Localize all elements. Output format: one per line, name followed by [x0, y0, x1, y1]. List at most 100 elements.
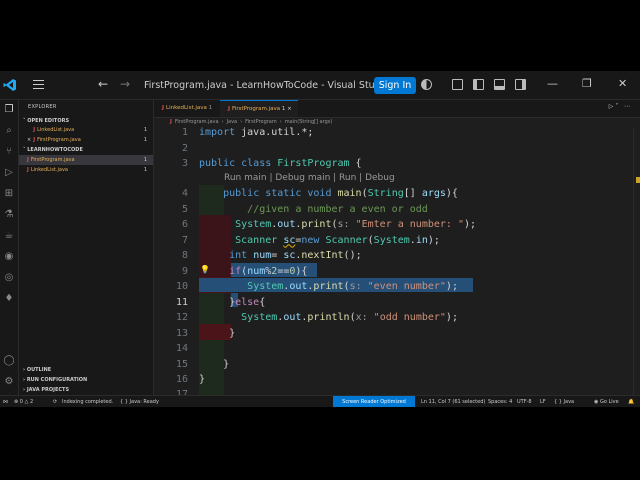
sync-icon: ⟳ [53, 399, 58, 405]
toggle-primary-sidebar-icon[interactable] [473, 79, 484, 90]
code-line: } [199, 374, 206, 385]
line-number: 5 [181, 203, 188, 215]
code-line: import java.util.*; [199, 127, 314, 138]
copilot-icon[interactable]: ◎ [3, 272, 15, 284]
source-control-icon[interactable]: ⑂ [3, 146, 15, 158]
run-debug-icon[interactable]: ▷ [3, 167, 15, 179]
toggle-panel-icon[interactable] [494, 79, 505, 90]
forward-arrow-icon[interactable]: → [120, 77, 130, 91]
open-editor-item[interactable]: ×JLinkedList.java1 [27, 125, 153, 135]
line-number: 1 [181, 127, 188, 138]
code-editor[interactable]: 1 import java.util.*; 2 3 public class F… [154, 127, 640, 405]
code-line: } [199, 358, 230, 370]
encoding[interactable]: UTF-8 [517, 396, 532, 407]
indentation[interactable]: Spaces: 4 [488, 396, 512, 407]
project-folder-header[interactable]: ˅ LEARNHOWTOCODE [23, 147, 83, 153]
line-number: 13 [175, 327, 188, 339]
menu-icon[interactable] [33, 80, 44, 92]
breadcrumb: J FirstProgram.java › Java › FirstProgram › mai… [170, 119, 333, 125]
code-line: System.out.print(s: "Emter a number: "); [235, 219, 477, 230]
search-icon[interactable]: ⌕ [3, 125, 15, 137]
java-file-icon: J [33, 137, 36, 143]
restore-icon[interactable]: ❐ [582, 77, 592, 90]
codelens-run-debug[interactable]: Run main | Debug main | Run | Debug [224, 173, 395, 183]
extensions-icon[interactable]: ⊞ [3, 188, 15, 200]
cursor-position[interactable]: Ln 11, Col 7 (61 selected) [421, 396, 485, 407]
back-arrow-icon[interactable]: ← [98, 77, 108, 91]
testing-icon[interactable]: ⚗ [3, 209, 15, 221]
breadcrumb-item[interactable]: FirstProgram.java [175, 119, 219, 125]
java-icon[interactable]: ☕ [3, 230, 15, 242]
java-file-icon: J [170, 119, 172, 125]
title-bar: ← → FirstProgram.java - LearnHowToCode -… [0, 71, 640, 100]
code-line: //given a number a even or odd [247, 203, 428, 215]
outline-section[interactable]: › OUTLINE [23, 367, 51, 373]
remote-indicator-icon[interactable]: ⋈ [3, 396, 8, 407]
explorer-icon[interactable]: ❐ [3, 104, 15, 116]
explorer-sidebar: EXPLORER ˅ OPEN EDITORS ×JLinkedList.jav… [19, 100, 154, 395]
line-number: 14 [175, 343, 188, 354]
breadcrumb-item[interactable]: FirstProgram [245, 119, 277, 125]
tab-close-icon[interactable]: × [287, 106, 292, 112]
tab-firstprogram[interactable]: J FirstProgram.java 1 × [220, 100, 298, 117]
open-editors-header[interactable]: ˅ OPEN EDITORS [23, 118, 69, 124]
line-number: 2 [181, 142, 188, 154]
close-icon[interactable]: ✕ [618, 77, 627, 90]
manage-gear-icon[interactable]: ⚙ [3, 376, 15, 388]
line-number: 4 [181, 188, 188, 199]
java-file-icon: J [27, 157, 29, 163]
customize-layout-icon[interactable] [452, 79, 463, 90]
toggle-secondary-sidebar-icon[interactable] [515, 79, 526, 90]
code-line: }else{ [199, 296, 266, 308]
screen-reader-mode[interactable]: Screen Reader Optimized [333, 396, 415, 407]
tab-linkedlist[interactable]: J LinkedList.java 1 [154, 100, 218, 117]
minimize-icon[interactable]: — [547, 77, 558, 90]
java-file-icon: J [33, 127, 36, 133]
activity-bar: ❐ ⌕ ⑂ ▷ ⊞ ⚗ ☕ ◉ ◎ ♦ ◯ ⚙ [0, 100, 19, 395]
line-number: 7 [181, 234, 188, 246]
remote-explorer-icon[interactable]: ◉ [3, 251, 15, 263]
run-configuration-section[interactable]: › RUN CONFIGURATION [23, 377, 87, 383]
project-file-item[interactable]: J LinkedList.java 1 [27, 165, 153, 175]
line-number: 15 [175, 358, 188, 370]
line-number: 9 [181, 265, 188, 277]
line-number: 3 [181, 158, 188, 169]
line-number: 16 [175, 374, 188, 385]
account-icon[interactable]: ◯ [3, 355, 15, 367]
breadcrumb-item[interactable]: main(String[] args) [285, 119, 333, 125]
code-line: } [199, 327, 236, 339]
editor-scrollbar[interactable] [633, 127, 640, 395]
code-line: System.out.print(s: "even number"); [247, 281, 458, 292]
code-line: Scanner sc=new Scanner(System.in); [235, 234, 440, 246]
code-line: System.out.println(x: "odd number"); [241, 312, 458, 323]
code-line: if(num%2==0){ [229, 265, 308, 277]
java-status[interactable]: { } Java: Ready [120, 396, 159, 407]
line-number-current: 11 [175, 296, 188, 308]
line-number: 10 [175, 281, 188, 292]
end-of-line[interactable]: LF [540, 396, 546, 407]
go-live-button[interactable]: ◉ Go Live [594, 396, 619, 407]
sign-in-button[interactable]: Sign In [374, 77, 416, 94]
project-file-item[interactable]: J FirstProgram.java 1 [19, 155, 153, 165]
language-mode[interactable]: { } Java [554, 396, 574, 407]
line-number: 6 [181, 219, 188, 230]
scrollbar-marker [636, 177, 640, 183]
open-editor-item[interactable]: × J FirstProgram.java 1 [27, 135, 153, 145]
close-editor-icon[interactable]: × [27, 137, 31, 143]
line-number: 8 [181, 250, 188, 261]
vscode-window: ← → FirstProgram.java - LearnHowToCode -… [0, 71, 640, 407]
problems-indicator[interactable]: ⊗ 0 △ 2 [14, 396, 33, 407]
run-button-icon[interactable]: ▷ ˅ ⋯ [609, 103, 630, 110]
breadcrumb-item[interactable]: Java [227, 119, 238, 125]
indexing-status: Indexing completed. [62, 399, 114, 405]
editor-tabs: J LinkedList.java 1 J FirstProgram.java 1 … [154, 100, 640, 118]
java-projects-section[interactable]: › JAVA PROJECTS [23, 387, 69, 393]
sidebar-title: EXPLORER [28, 104, 57, 110]
line-number: 12 [175, 312, 188, 323]
mongodb-icon[interactable]: ♦ [3, 293, 15, 305]
vscode-logo-icon [3, 79, 16, 91]
code-line: int num= sc.nextInt(); [229, 250, 362, 261]
code-line: public static void main(String[] args){ [223, 188, 458, 199]
notifications-bell-icon[interactable]: 🔔 [628, 396, 634, 407]
accounts-icon[interactable] [421, 79, 432, 90]
